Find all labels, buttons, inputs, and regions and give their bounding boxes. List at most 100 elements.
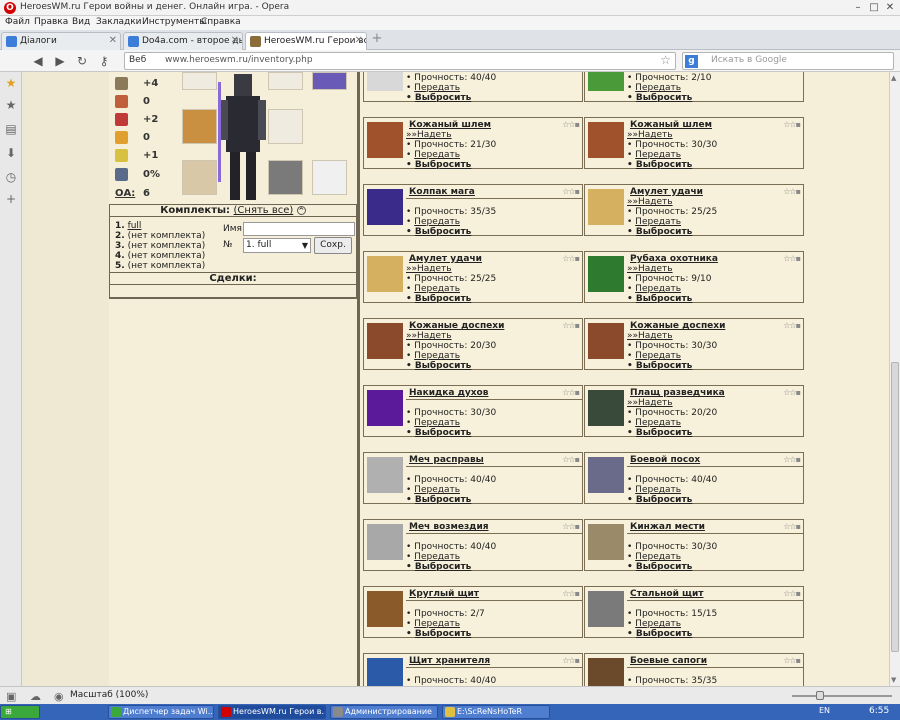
discard-link[interactable]: • Выбросить [627, 294, 692, 304]
item-name[interactable]: Накидка духов [409, 388, 488, 398]
wear-link[interactable]: »»Надеть [406, 331, 452, 341]
item-name[interactable]: Боевой посох [630, 455, 700, 465]
item-name[interactable]: Кожаные доспехи [409, 321, 504, 331]
item-name[interactable]: Меч возмездия [409, 522, 489, 532]
remove-all-link[interactable]: (Снять все) [234, 205, 294, 216]
item-thumbnail[interactable] [588, 189, 624, 225]
wear-link[interactable]: »»Надеть [406, 130, 452, 140]
item-thumbnail[interactable] [367, 72, 403, 91]
item-thumbnail[interactable] [588, 256, 624, 292]
equip-slot-amulet[interactable] [312, 72, 347, 90]
bookmark-star-icon[interactable]: ☆ [660, 53, 671, 67]
item-thumbnail[interactable] [367, 457, 403, 493]
transfer-link[interactable]: • Передать [406, 485, 460, 495]
item-name[interactable]: Рубаха охотника [630, 254, 718, 264]
discard-link[interactable]: • Выбросить [627, 495, 692, 505]
transfer-link[interactable]: • Передать [627, 284, 681, 294]
start-button[interactable]: ⊞ [0, 705, 40, 719]
zoom-slider-knob[interactable] [816, 691, 824, 700]
discard-link[interactable]: • Выбросить [406, 629, 471, 639]
item-thumbnail[interactable] [367, 122, 403, 158]
transfer-link[interactable]: • Передать [406, 150, 460, 160]
close-icon[interactable]: ✕ [231, 33, 239, 49]
equip-slot-sword[interactable] [182, 160, 217, 195]
item-thumbnail[interactable] [588, 658, 624, 686]
item-name[interactable]: Кинжал мести [630, 522, 705, 532]
forward-icon[interactable]: ▶ [52, 53, 68, 69]
transfer-link[interactable]: • Передать [406, 418, 460, 428]
item-thumbnail[interactable] [367, 591, 403, 627]
discard-link[interactable]: • Выбросить [406, 227, 471, 237]
discard-link[interactable]: • Выбросить [627, 562, 692, 572]
taskbar-button-opera[interactable]: HeroesWM.ru Герои в... [218, 705, 326, 719]
transfer-link[interactable]: • Передать [627, 485, 681, 495]
item-name[interactable]: Круглый щит [409, 589, 479, 599]
scroll-thumb[interactable] [891, 362, 899, 652]
equip-slot-helmet[interactable] [268, 72, 303, 90]
transfer-link[interactable]: • Передать [406, 217, 460, 227]
menu-tools[interactable]: Инструменты [142, 17, 206, 27]
taskbar-button-folder[interactable]: E:\ScReNsHoTeR [442, 705, 550, 719]
downloads-icon[interactable]: ⬇ [4, 146, 18, 160]
item-name[interactable]: Амулет удачи [630, 187, 703, 197]
minimize-button[interactable]: – [852, 2, 864, 13]
language-indicator[interactable]: EN [819, 706, 830, 715]
notes-icon[interactable]: ▤ [4, 122, 18, 136]
discard-link[interactable]: • Выбросить [627, 93, 692, 103]
item-thumbnail[interactable] [588, 524, 624, 560]
item-thumbnail[interactable] [367, 524, 403, 560]
item-thumbnail[interactable] [588, 323, 624, 359]
wear-link[interactable]: »»Надеть [627, 398, 673, 408]
transfer-link[interactable]: • Передать [627, 150, 681, 160]
item-thumbnail[interactable] [367, 658, 403, 686]
close-button[interactable]: ✕ [884, 2, 896, 13]
transfer-link[interactable]: • Передать [627, 83, 681, 93]
transfer-link[interactable]: • Передать [627, 619, 681, 629]
equip-slot-ring[interactable] [268, 109, 303, 144]
equip-slot-mount[interactable] [312, 160, 347, 195]
discard-link[interactable]: • Выбросить [627, 227, 692, 237]
item-name[interactable]: Кожаные доспехи [630, 321, 725, 331]
item-name[interactable]: Колпак мага [409, 187, 475, 197]
taskbar-button-taskmgr[interactable]: Диспетчер задач Wi... [108, 705, 214, 719]
item-thumbnail[interactable] [588, 390, 624, 426]
close-icon[interactable]: ✕ [109, 33, 117, 49]
item-name[interactable]: Кожаный шлем [630, 120, 712, 130]
save-set-button[interactable]: Сохр. [314, 237, 352, 254]
transfer-link[interactable]: • Передать [627, 351, 681, 361]
item-thumbnail[interactable] [367, 390, 403, 426]
transfer-link[interactable]: • Передать [406, 284, 460, 294]
reload-icon[interactable]: ↻ [74, 53, 90, 69]
set-number-select[interactable]: 1. full ▼ [243, 238, 311, 253]
discard-link[interactable]: • Выбросить [627, 629, 692, 639]
discard-link[interactable]: • Выбросить [406, 294, 471, 304]
item-thumbnail[interactable] [367, 189, 403, 225]
discard-link[interactable]: • Выбросить [406, 361, 471, 371]
item-name[interactable]: Щит хранителя [409, 656, 490, 666]
discard-link[interactable]: • Выбросить [627, 428, 692, 438]
set-link[interactable]: full [128, 221, 142, 231]
discard-link[interactable]: • Выбросить [406, 495, 471, 505]
collapse-icon[interactable]: ^ [296, 206, 306, 215]
item-name[interactable]: Боевые сапоги [630, 656, 707, 666]
address-field[interactable]: Веб www.heroeswm.ru/inventory.php ☆ [124, 52, 676, 70]
menu-help[interactable]: Справка [201, 17, 241, 27]
item-name[interactable]: Меч расправы [409, 455, 484, 465]
cloud-icon[interactable]: ☁ [30, 690, 41, 703]
item-thumbnail[interactable] [367, 323, 403, 359]
turbo-icon[interactable]: ◉ [54, 690, 64, 703]
maximize-button[interactable]: □ [868, 2, 880, 13]
transfer-link[interactable]: • Передать [406, 619, 460, 629]
wear-link[interactable]: »»Надеть [627, 331, 673, 341]
discard-link[interactable]: • Выбросить [406, 562, 471, 572]
discard-link[interactable]: • Выбросить [406, 160, 471, 170]
menu-bookmarks[interactable]: Закладки [96, 17, 142, 27]
menu-edit[interactable]: Правка [34, 17, 68, 27]
tab-heroeswm[interactable]: HeroesWM.ru Герои вой... ✕ [245, 32, 367, 50]
new-tab-button[interactable]: + [370, 32, 384, 47]
transfer-link[interactable]: • Передать [406, 83, 460, 93]
wear-link[interactable]: »»Надеть [627, 264, 673, 274]
menu-file[interactable]: Файл [5, 17, 30, 27]
item-name[interactable]: Амулет удачи [409, 254, 482, 264]
zoom-slider-track[interactable] [792, 695, 892, 697]
